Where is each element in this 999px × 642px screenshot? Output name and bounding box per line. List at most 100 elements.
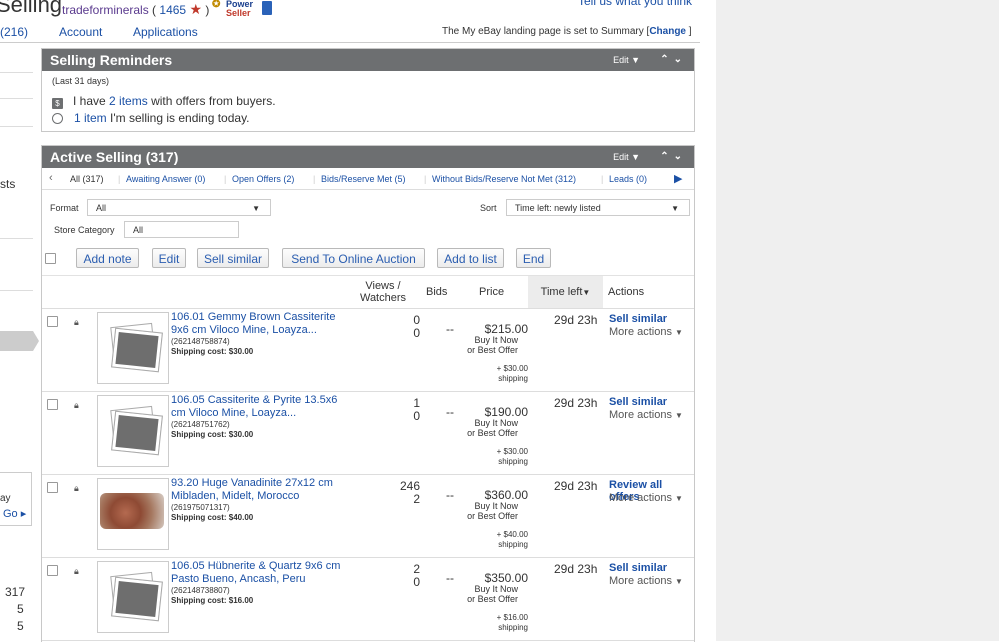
more-actions-dropdown[interactable]: More actions ▼: [609, 492, 683, 504]
landing-change-link[interactable]: Change: [649, 26, 686, 37]
sell-similar-button[interactable]: Sell similar: [197, 248, 269, 268]
panel-title: Selling Reminders: [50, 52, 173, 68]
chevron-down-icon: ▼: [675, 328, 683, 337]
move-up-icon[interactable]: ⌃: [660, 54, 668, 65]
bid-count: --: [446, 488, 454, 502]
move-down-icon[interactable]: ⌄: [674, 151, 682, 162]
format-select[interactable]: All ▼: [87, 199, 271, 216]
end-button[interactable]: End: [516, 248, 551, 268]
more-actions-dropdown[interactable]: More actions ▼: [609, 326, 683, 338]
tab-applications[interactable]: Applications: [133, 25, 198, 39]
collapse-controls: ⌃ ⌄: [655, 146, 682, 168]
time-left: 29d 23h: [554, 313, 598, 327]
shipping-amount: + $30.00 shipping: [496, 447, 528, 466]
views-watchers: 10: [413, 396, 420, 423]
item-thumbnail[interactable]: [97, 561, 169, 633]
item-thumbnail[interactable]: [97, 478, 169, 550]
select-all-checkbox[interactable]: [45, 253, 56, 264]
scroll-left-icon[interactable]: ‹: [49, 172, 53, 184]
add-to-list-button[interactable]: Add to list: [437, 248, 504, 268]
edit-dropdown[interactable]: Edit ▼: [613, 146, 640, 168]
filter-open-offers[interactable]: Open Offers (2): [232, 174, 294, 184]
reminders-period: (Last 31 days): [52, 76, 110, 86]
left-divider: [0, 98, 33, 99]
edit-button[interactable]: Edit: [152, 248, 186, 268]
buy-it-now-label: Buy It Now or Best Offer: [467, 335, 518, 355]
filter-leads[interactable]: Leads (0): [609, 174, 647, 184]
landing-page-notice: The My eBay landing page is set to Summa…: [442, 26, 692, 37]
sort-select[interactable]: Time left: newly listed ▼: [506, 199, 690, 216]
tab-account[interactable]: Account: [59, 25, 102, 39]
row-checkbox[interactable]: [47, 316, 58, 327]
filter-all[interactable]: All (317): [70, 174, 104, 184]
item-thumbnail[interactable]: [97, 312, 169, 384]
item-title[interactable]: 106.01 Gemmy Brown Cassiterite 9x6 cm Vi…: [171, 311, 346, 337]
scroll-right-icon[interactable]: ▶: [674, 172, 682, 185]
panel-header: Selling Reminders Edit ▼ ⌃ ⌄: [42, 49, 694, 71]
item-shipping-cost: Shipping cost: $30.00: [171, 430, 254, 439]
left-count: 5: [17, 602, 24, 616]
buy-it-now-label: Buy It Now or Best Offer: [467, 501, 518, 521]
table-header: Views / Watchers Bids Price Time left▼ Ac…: [42, 275, 694, 309]
left-divider: [0, 126, 33, 127]
left-divider: [0, 72, 33, 73]
table-row: 🔒︎ 106.01 Gemmy Brown Cassiterite 9x6 cm …: [42, 308, 694, 392]
store-category-select[interactable]: All: [124, 221, 239, 238]
add-note-button[interactable]: Add note: [76, 248, 139, 268]
format-label: Format: [50, 203, 79, 213]
col-bids[interactable]: Bids: [426, 286, 447, 298]
primary-action-link[interactable]: Sell similar: [609, 313, 667, 325]
photo-placeholder-icon: [112, 577, 162, 621]
row-checkbox[interactable]: [47, 565, 58, 576]
tell-us-link[interactable]: Tell us what you think: [578, 0, 692, 8]
filter-tabs: ‹ All (317) | Awaiting Answer (0) | Open…: [42, 169, 694, 190]
row-checkbox[interactable]: [47, 482, 58, 493]
send-to-auction-button[interactable]: Send To Online Auction: [282, 248, 425, 268]
sort-label: Sort: [480, 203, 497, 213]
item-title[interactable]: 106.05 Cassiterite & Pyrite 13.5x6 cm Vi…: [171, 394, 346, 420]
left-box-text: ay: [0, 493, 11, 504]
views-watchers: 246 2: [399, 479, 420, 506]
col-price[interactable]: Price: [479, 286, 504, 298]
filter-awaiting-answer[interactable]: Awaiting Answer (0): [126, 174, 205, 184]
star-icon: ★: [189, 1, 202, 17]
chevron-down-icon: ▼: [675, 577, 683, 586]
bid-count: --: [446, 571, 454, 585]
chevron-down-icon: ▼: [675, 411, 683, 420]
seller-name[interactable]: tradeforminerals: [62, 3, 149, 17]
go-link[interactable]: Go ▸: [3, 507, 26, 520]
item-title[interactable]: 106.05 Hübnerite & Quartz 9x6 cm Pasto B…: [171, 560, 346, 586]
col-time-left[interactable]: Time left▼: [528, 276, 603, 308]
photo-placeholder-icon: [112, 328, 162, 372]
left-selected-item[interactable]: [0, 331, 33, 351]
sort-desc-icon: ▼: [582, 288, 591, 297]
filter-bids-reserve-met[interactable]: Bids/Reserve Met (5): [321, 174, 406, 184]
col-views-watchers[interactable]: Views / Watchers: [358, 280, 408, 304]
row-checkbox[interactable]: [47, 399, 58, 410]
move-up-icon[interactable]: ⌃: [660, 151, 668, 162]
item-thumbnail[interactable]: [97, 395, 169, 467]
primary-action-link[interactable]: Sell similar: [609, 396, 667, 408]
item-shipping-cost: Shipping cost: $40.00: [171, 513, 254, 522]
item-shipping-cost: Shipping cost: $30.00: [171, 347, 254, 356]
buy-it-now-label: Buy It Now or Best Offer: [467, 584, 518, 604]
reminder-offers: $ I have 2 items with offers from buyers.: [52, 94, 276, 109]
item-price: $190.00: [484, 405, 528, 419]
feedback-score[interactable]: 1465: [159, 3, 186, 17]
filter-without-bids[interactable]: Without Bids/Reserve Not Met (312): [432, 174, 576, 184]
items-with-offers-link[interactable]: 2 items: [109, 94, 148, 108]
left-box: ay Go ▸: [0, 472, 32, 526]
move-down-icon[interactable]: ⌄: [674, 54, 682, 65]
item-price: $215.00: [484, 322, 528, 336]
item-photo: [100, 493, 164, 529]
lock-icon: 🔒︎: [74, 400, 79, 410]
ending-item-link[interactable]: 1 item: [74, 111, 107, 125]
primary-action-link[interactable]: Sell similar: [609, 562, 667, 574]
tab-messages-count[interactable]: (216): [0, 25, 28, 39]
more-actions-dropdown[interactable]: More actions ▼: [609, 409, 683, 421]
edit-dropdown[interactable]: Edit ▼: [613, 49, 640, 71]
item-title[interactable]: 93.20 Huge Vanadinite 27x12 cm Mibladen,…: [171, 477, 346, 503]
chevron-down-icon: ▼: [252, 204, 260, 213]
power-seller-icon: ✪: [212, 0, 221, 10]
more-actions-dropdown[interactable]: More actions ▼: [609, 575, 683, 587]
